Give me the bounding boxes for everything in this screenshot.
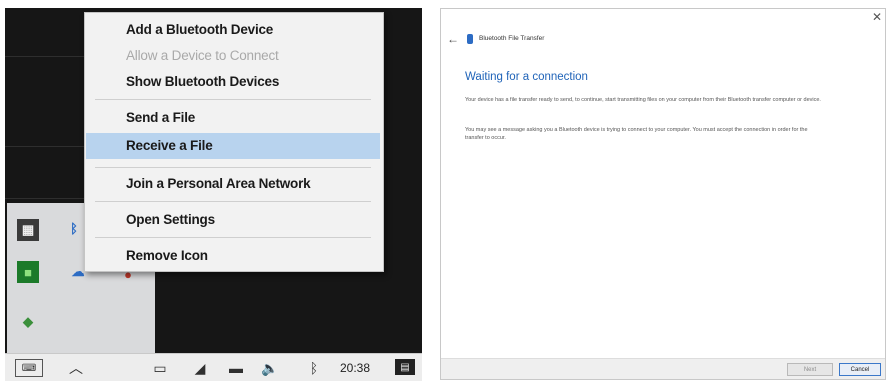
cancel-button[interactable]: Cancel bbox=[839, 363, 881, 376]
nvidia-icon[interactable]: ■ bbox=[17, 261, 39, 283]
display-icon[interactable]: ▭ bbox=[151, 357, 169, 379]
chevron-up-icon[interactable]: ︿ bbox=[67, 357, 85, 379]
menu-item-receive-file[interactable]: Receive a File bbox=[86, 133, 380, 159]
desktop-divider bbox=[5, 198, 85, 199]
left-screenshot: ▦ ᛒ ■ ☁ ● ◆ Add a Bluetooth Device Allow… bbox=[0, 0, 426, 381]
instruction-paragraph: You may see a message asking you a Bluet… bbox=[465, 127, 808, 141]
close-icon[interactable]: ✕ bbox=[872, 10, 882, 24]
update-icon[interactable]: ◆ bbox=[17, 311, 39, 333]
menu-item-allow-device-to-connect: Allow a Device to Connect bbox=[126, 48, 279, 63]
instruction-paragraph: Your device has a file transfer ready to… bbox=[465, 97, 821, 103]
bluetooth-icon[interactable]: ᛒ bbox=[63, 217, 85, 239]
menu-item-remove-icon[interactable]: Remove Icon bbox=[85, 243, 383, 269]
next-button[interactable]: Next bbox=[787, 363, 833, 376]
menu-item-open-settings[interactable]: Open Settings bbox=[85, 207, 383, 233]
notification-icon[interactable]: ▤ bbox=[395, 359, 415, 375]
bluetooth-file-transfer-window: ✕ ← Bluetooth File Transfer Waiting for … bbox=[440, 8, 886, 380]
page-heading: Waiting for a connection bbox=[465, 71, 588, 83]
app-icon[interactable]: ▦ bbox=[17, 219, 39, 241]
battery-icon[interactable]: ▬ bbox=[227, 357, 245, 379]
menu-separator bbox=[95, 167, 371, 168]
menu-separator bbox=[95, 99, 371, 100]
menu-item-show-bluetooth-devices[interactable]: Show Bluetooth Devices bbox=[85, 69, 383, 95]
clock-time[interactable]: 20:38 bbox=[335, 357, 375, 379]
back-arrow-icon[interactable]: ← bbox=[447, 32, 459, 46]
desktop-divider bbox=[5, 146, 85, 147]
dialog-footer: Next Cancel bbox=[441, 358, 885, 379]
desktop-divider bbox=[5, 56, 85, 57]
volume-icon[interactable]: 🔈 bbox=[261, 357, 279, 379]
bluetooth-icon bbox=[467, 34, 473, 44]
taskbar: ⌨ ︿ ▭ ◢ ▬ 🔈 ᛒ 20:38 ▤ bbox=[5, 353, 422, 381]
menu-item-add-bluetooth-device[interactable]: Add a Bluetooth Device bbox=[85, 17, 383, 43]
menu-item-send-file[interactable]: Send a File bbox=[85, 105, 383, 131]
window-title: Bluetooth File Transfer bbox=[479, 35, 545, 42]
menu-separator bbox=[95, 237, 371, 238]
bluetooth-icon[interactable]: ᛒ bbox=[305, 357, 323, 379]
keyboard-icon[interactable]: ⌨ bbox=[15, 359, 43, 377]
bluetooth-context-menu: Add a Bluetooth Device Allow a Device to… bbox=[84, 12, 384, 272]
menu-item-join-personal-area-network[interactable]: Join a Personal Area Network bbox=[85, 171, 383, 197]
menu-separator bbox=[95, 201, 371, 202]
network-icon[interactable]: ◢ bbox=[191, 357, 209, 379]
